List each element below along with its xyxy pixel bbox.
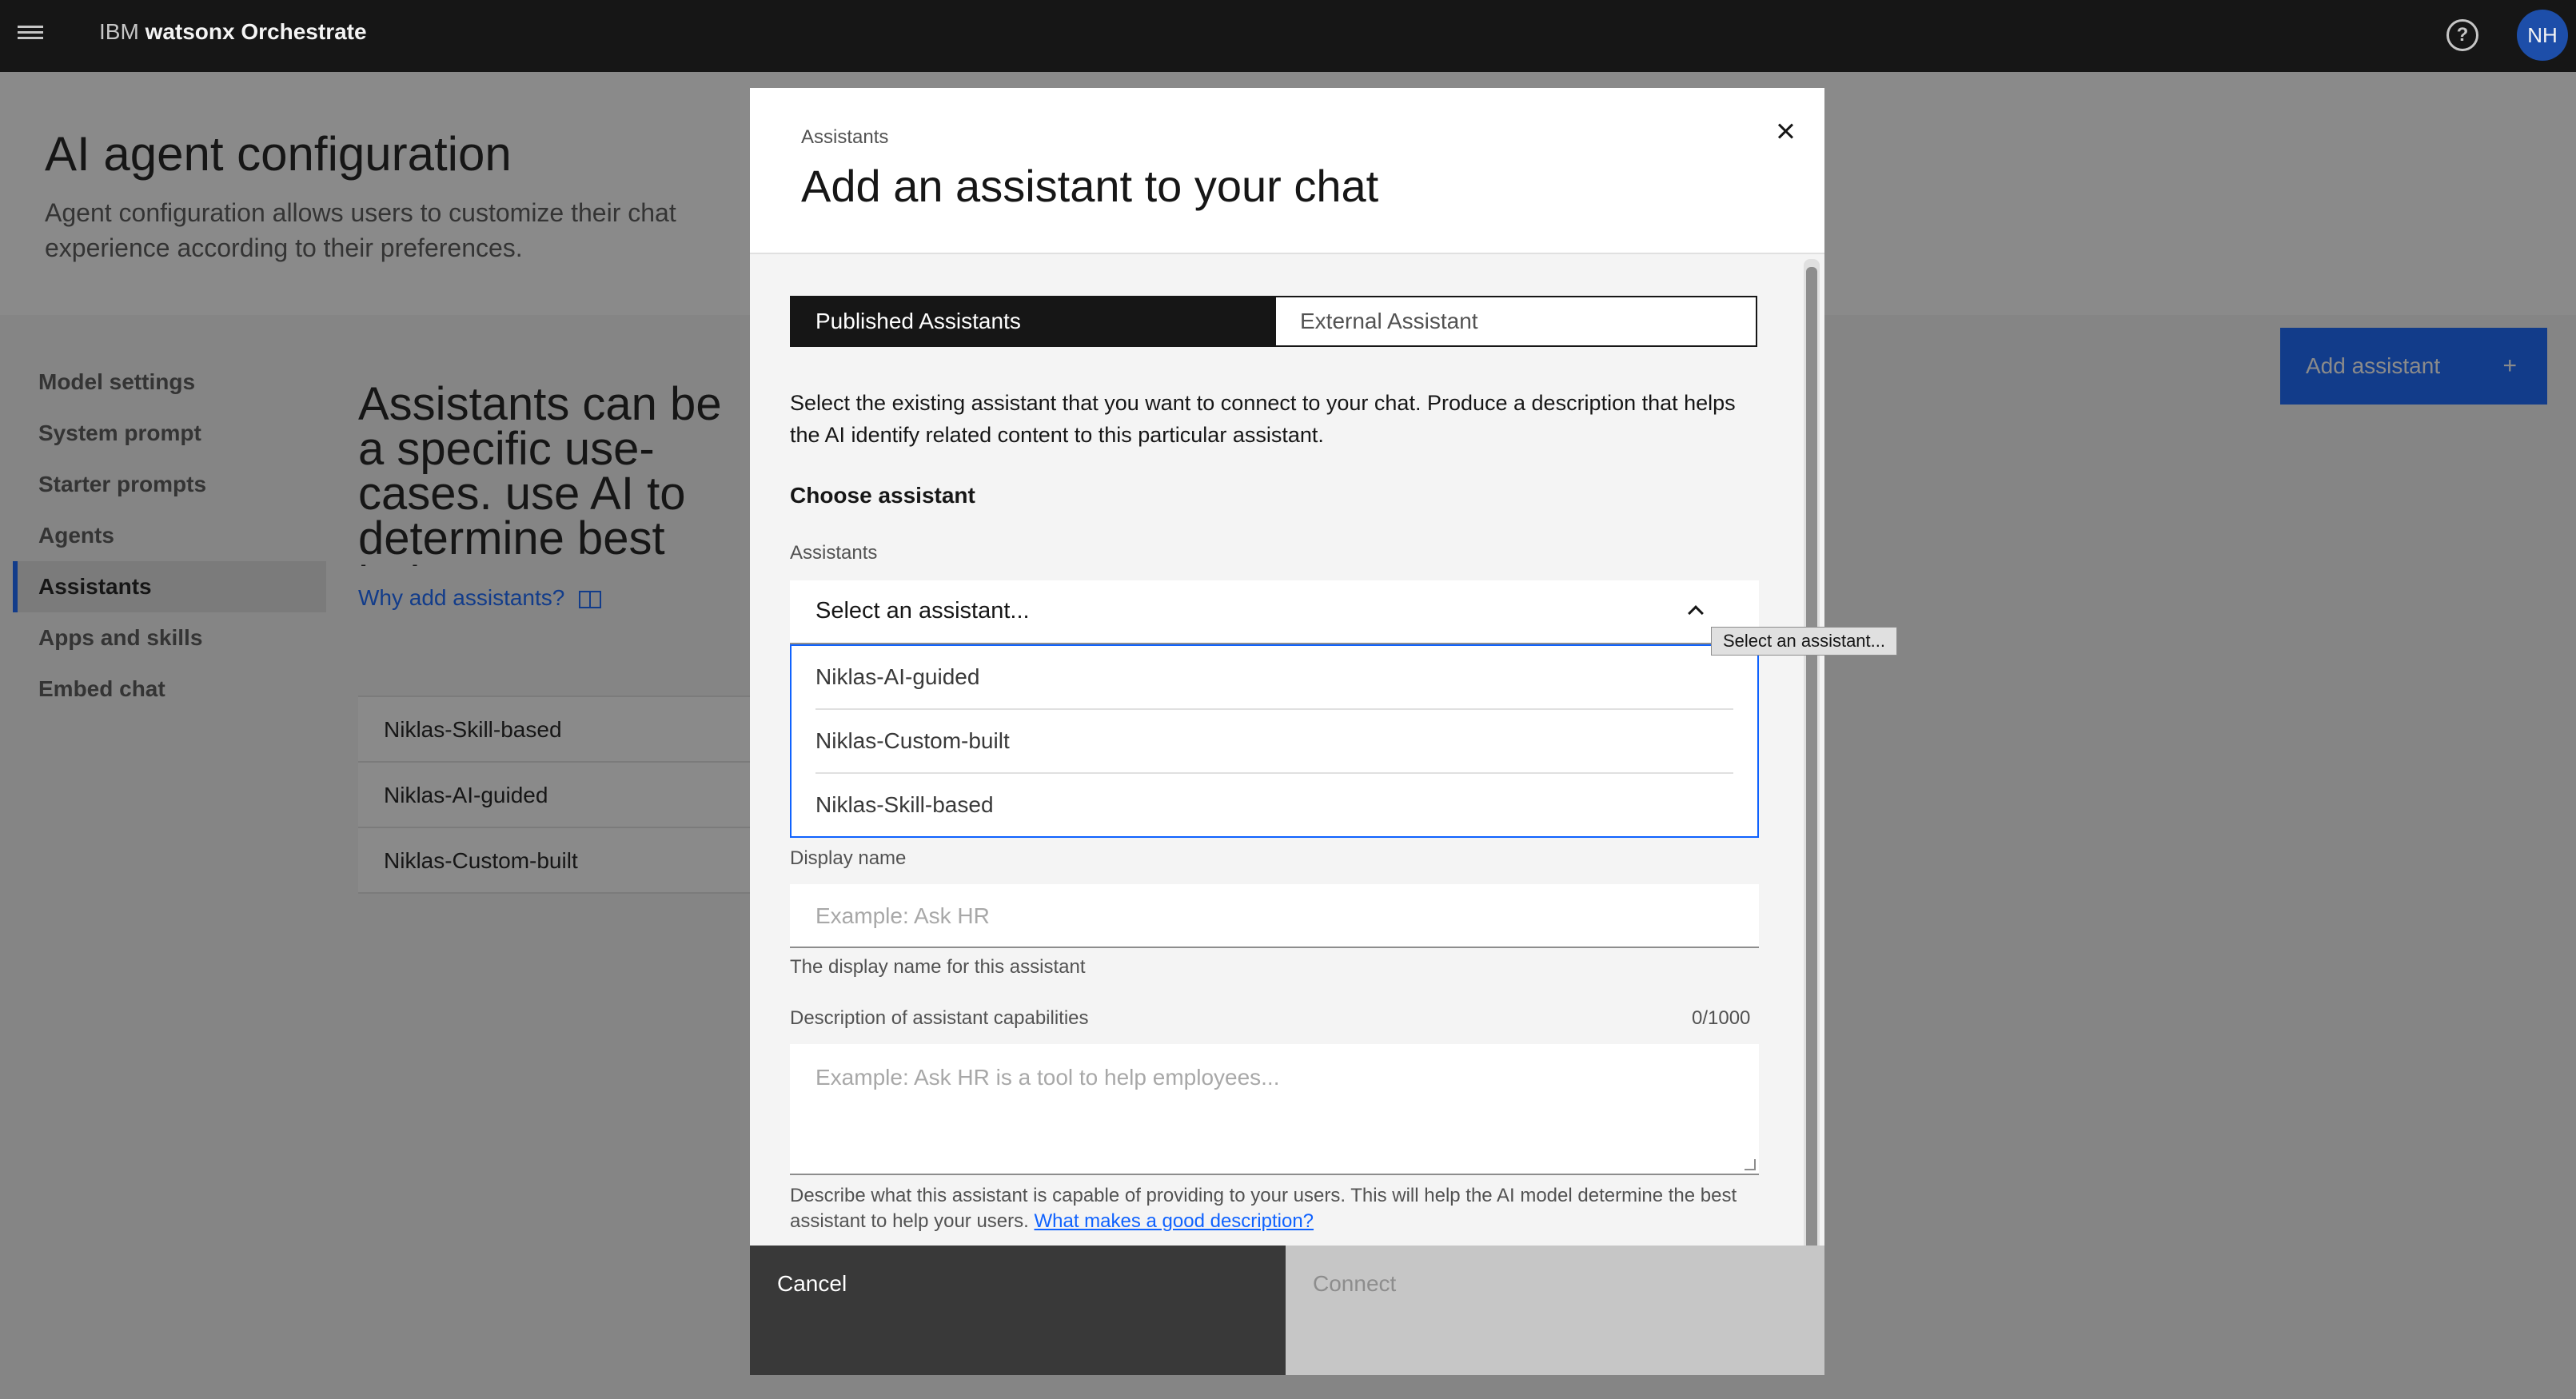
- modal-header: Assistants Add an assistant to your chat: [750, 88, 1824, 254]
- tooltip: Select an assistant...: [1711, 627, 1897, 656]
- display-name-label: Display name: [790, 847, 907, 869]
- dropdown-option[interactable]: Niklas-Custom-built: [792, 710, 1757, 774]
- description-placeholder: Example: Ask HR is a tool to help employ…: [815, 1065, 1280, 1090]
- description-label: Description of assistant capabilities: [790, 1007, 1089, 1029]
- good-description-link[interactable]: What makes a good description?: [1035, 1210, 1314, 1232]
- chevron-up-icon: [1688, 605, 1704, 621]
- dropdown-value: Select an assistant...: [815, 598, 1030, 624]
- resize-handle-icon[interactable]: [1745, 1159, 1756, 1170]
- tab-external-assistant[interactable]: External Assistant: [1274, 297, 1756, 345]
- description-counter: 0/1000: [1692, 1007, 1751, 1029]
- display-name-helper: The display name for this assistant: [790, 956, 1086, 978]
- avatar[interactable]: NH: [2517, 10, 2568, 61]
- brand-prefix: IBM: [99, 19, 146, 44]
- scrollbar-thumb[interactable]: [1806, 267, 1817, 1298]
- top-bar: IBM watsonx Orchestrate ? NH: [0, 0, 2576, 72]
- choose-assistant-heading: Choose assistant: [790, 483, 975, 508]
- assistants-label: Assistants: [790, 542, 878, 564]
- description-field[interactable]: Example: Ask HR is a tool to help employ…: [790, 1044, 1759, 1175]
- help-icon[interactable]: ?: [2446, 19, 2478, 51]
- tab-published-assistants[interactable]: Published Assistants: [792, 297, 1274, 345]
- display-name-placeholder: Example: Ask HR: [815, 903, 990, 928]
- description-help: Describe what this assistant is capable …: [790, 1183, 1765, 1234]
- connect-button[interactable]: Connect: [1286, 1246, 1824, 1375]
- modal-intro: Select the existing assistant that you w…: [790, 391, 1736, 447]
- display-name-field[interactable]: Example: Ask HR: [790, 884, 1759, 948]
- modal-title: Add an assistant to your chat: [801, 161, 1379, 211]
- product-name[interactable]: IBM watsonx Orchestrate: [99, 19, 367, 45]
- brand-name: watsonx Orchestrate: [145, 19, 367, 44]
- cancel-button[interactable]: Cancel: [750, 1246, 1286, 1375]
- modal-footer: Cancel Connect: [750, 1246, 1824, 1375]
- menu-icon[interactable]: [18, 22, 45, 50]
- modal-scrollbar[interactable]: [1804, 259, 1820, 1298]
- dropdown-menu: Niklas-AI-guided Niklas-Custom-built Nik…: [790, 644, 1759, 838]
- dropdown-option[interactable]: Niklas-Skill-based: [792, 774, 1757, 838]
- assistant-dropdown[interactable]: Select an assistant...: [790, 580, 1759, 644]
- add-assistant-modal: Assistants Add an assistant to your chat…: [750, 88, 1824, 1375]
- modal-eyebrow: Assistants: [801, 126, 889, 148]
- assistant-type-switcher: Published Assistants External Assistant: [790, 296, 1757, 347]
- dropdown-option[interactable]: Niklas-AI-guided: [792, 646, 1757, 710]
- close-icon[interactable]: [1767, 112, 1805, 150]
